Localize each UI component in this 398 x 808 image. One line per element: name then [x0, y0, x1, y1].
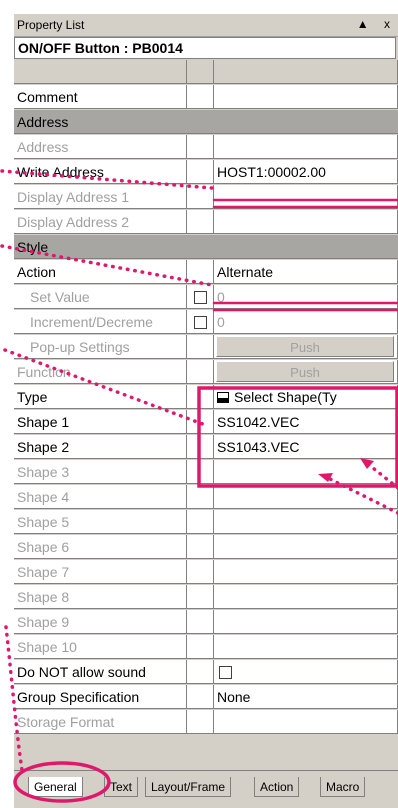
row-label: Address	[14, 135, 187, 159]
popup-push-button[interactable]: Push	[216, 336, 394, 357]
increment-field: 0	[214, 310, 398, 334]
tab-strip: General Text Layout/Frame Action Macro	[14, 770, 398, 808]
action-field[interactable]: Alternate	[214, 260, 398, 284]
row-shape-7: Shape 7	[14, 560, 398, 585]
tab-layout-frame[interactable]: Layout/Frame	[145, 777, 232, 797]
row-label: Type	[14, 385, 187, 409]
row-label: Display Address 2	[14, 210, 187, 234]
row-shape-4: Shape 4	[14, 485, 398, 510]
row-label: Shape 9	[14, 610, 187, 634]
row-label: Action	[14, 260, 187, 284]
row-label: Increment/Decreme	[14, 310, 187, 334]
type-select[interactable]: Select Shape(Ty	[214, 385, 398, 409]
grid-header-col-check	[187, 60, 214, 84]
section-label: Address	[14, 110, 398, 134]
row-label: Shape 7	[14, 560, 187, 584]
row-label: Group Specification	[14, 685, 187, 709]
panel-window-controls[interactable]: ▲ x	[357, 17, 396, 31]
row-shape-8: Shape 8	[14, 585, 398, 610]
write-address-field[interactable]: HOST1:00002.00	[214, 160, 398, 184]
row-shape-9: Shape 9	[14, 610, 398, 635]
property-list-panel: Property List ▲ x ON/OFF Button : PB0014…	[14, 14, 398, 808]
row-shape-3: Shape 3	[14, 460, 398, 485]
row-increment: Increment/Decreme 0	[14, 310, 398, 335]
function-push-button[interactable]: Push	[216, 361, 394, 382]
row-label: Shape 6	[14, 535, 187, 559]
section-style: Style	[14, 235, 398, 260]
grid-header-col-value	[214, 60, 398, 84]
row-shape-1[interactable]: Shape 1 SS1042.VEC	[14, 410, 398, 435]
grid-header-col-name	[14, 60, 187, 84]
row-label: Shape 3	[14, 460, 187, 484]
row-label: Function	[14, 360, 187, 384]
set-value-field: 0	[214, 285, 398, 309]
row-label: Display Address 1	[14, 185, 187, 209]
object-header: ON/OFF Button : PB0014	[14, 37, 396, 59]
group-specification-field[interactable]: None	[214, 685, 398, 709]
row-comment[interactable]: Comment	[14, 85, 398, 110]
row-display-address-1: Display Address 1	[14, 185, 398, 210]
row-shape-6: Shape 6	[14, 535, 398, 560]
shape-2-field[interactable]: SS1043.VEC	[214, 435, 398, 459]
increment-checkbox[interactable]	[194, 316, 207, 329]
row-popup-settings: Pop-up Settings Push	[14, 335, 398, 360]
row-no-sound[interactable]: Do NOT allow sound	[14, 660, 398, 685]
object-name: ON/OFF Button : PB0014	[18, 40, 183, 56]
row-shape-5: Shape 5	[14, 510, 398, 535]
panel-title: Property List	[17, 18, 85, 32]
grid-header-row	[14, 60, 398, 85]
row-group-specification[interactable]: Group Specification None	[14, 685, 398, 710]
row-label: Write Address	[14, 160, 187, 184]
row-label: Shape 10	[14, 635, 187, 659]
row-label: Do NOT allow sound	[14, 660, 187, 684]
tab-text[interactable]: Text	[104, 777, 139, 797]
row-storage-format: Storage Format	[14, 710, 398, 735]
row-label: Shape 4	[14, 485, 187, 509]
section-label: Style	[14, 235, 398, 259]
row-display-address-2: Display Address 2	[14, 210, 398, 235]
tab-action[interactable]: Action	[254, 777, 300, 797]
row-label: Storage Format	[14, 710, 187, 734]
comment-field[interactable]	[214, 85, 398, 109]
row-label: Comment	[14, 85, 187, 109]
panel-titlebar: Property List ▲ x	[14, 14, 398, 37]
row-label: Shape 5	[14, 510, 187, 534]
shape-1-field[interactable]: SS1042.VEC	[214, 410, 398, 434]
row-label: Pop-up Settings	[14, 335, 187, 359]
tab-general[interactable]: General	[28, 777, 83, 797]
row-function: Function Push	[14, 360, 398, 385]
row-shape-2[interactable]: Shape 2 SS1043.VEC	[14, 435, 398, 460]
row-label: Shape 8	[14, 585, 187, 609]
row-write-address[interactable]: Write Address HOST1:00002.00	[14, 160, 398, 185]
row-set-value: Set Value 0	[14, 285, 398, 310]
dropdown-icon	[217, 392, 229, 403]
tab-macro[interactable]: Macro	[320, 777, 366, 797]
section-address: Address	[14, 110, 398, 135]
row-label: Shape 1	[14, 410, 187, 434]
row-label: Shape 2	[14, 435, 187, 459]
row-action[interactable]: Action Alternate	[14, 260, 398, 285]
row-label: Set Value	[14, 285, 187, 309]
no-sound-checkbox[interactable]	[219, 666, 232, 679]
row-type[interactable]: Type Select Shape(Ty	[14, 385, 398, 410]
type-value: Select Shape(Ty	[234, 389, 337, 405]
row-shape-10: Shape 10	[14, 635, 398, 660]
row-address: Address	[14, 135, 398, 160]
set-value-checkbox[interactable]	[194, 291, 207, 304]
